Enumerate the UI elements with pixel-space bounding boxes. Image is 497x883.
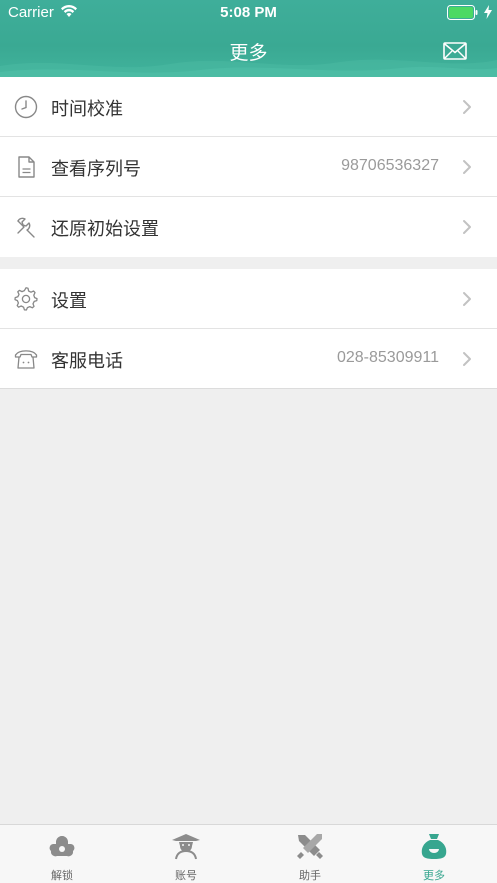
tab-label: 解锁 bbox=[51, 869, 73, 882]
tab-assistant[interactable]: 助手 bbox=[248, 825, 372, 883]
clock-icon bbox=[14, 95, 38, 119]
tab-label: 助手 bbox=[299, 869, 321, 882]
tab-account[interactable]: 账号 bbox=[124, 825, 248, 883]
chevron-right-icon bbox=[463, 220, 471, 234]
serial-number-value: 98706536327 bbox=[341, 157, 439, 174]
tab-unlock[interactable]: 解锁 bbox=[0, 825, 124, 883]
menu-item-label: 还原初始设置 bbox=[51, 219, 159, 240]
menu-item-factory-reset[interactable]: 还原初始设置 bbox=[0, 197, 497, 257]
document-icon bbox=[18, 156, 35, 178]
nav-header: Carrier 5:08 PM 更多 bbox=[0, 0, 497, 77]
battery-icon bbox=[447, 5, 478, 20]
menu-item-time-calibration[interactable]: 时间校准 bbox=[0, 77, 497, 137]
gear-icon bbox=[14, 287, 38, 311]
mail-icon[interactable] bbox=[443, 42, 467, 60]
status-bar: Carrier 5:08 PM bbox=[0, 0, 497, 26]
more-bag-icon bbox=[421, 834, 447, 859]
menu-item-label: 时间校准 bbox=[51, 99, 123, 120]
chevron-right-icon bbox=[463, 100, 471, 114]
page-title: 更多 bbox=[229, 42, 268, 64]
chevron-right-icon bbox=[463, 352, 471, 366]
menu-item-settings[interactable]: 设置 bbox=[0, 269, 497, 329]
account-icon bbox=[172, 834, 200, 860]
assistant-icon bbox=[297, 834, 323, 859]
menu-item-label: 设置 bbox=[51, 291, 87, 312]
menu-item-label: 查看序列号 bbox=[51, 159, 141, 180]
menu-group-general: 时间校准 查看序列号 98706536327 还原初始设置 bbox=[0, 77, 497, 257]
charging-icon bbox=[484, 5, 492, 19]
tab-label: 账号 bbox=[175, 869, 197, 882]
clock-time: 5:08 PM bbox=[220, 4, 277, 21]
unlock-icon bbox=[49, 836, 75, 857]
menu-item-serial-number[interactable]: 查看序列号 98706536327 bbox=[0, 137, 497, 197]
wrench-icon bbox=[17, 217, 35, 238]
menu-group-support: 设置 客服电话 028-85309911 bbox=[0, 269, 497, 389]
bottom-tab-bar: 解锁 账号 助手 更多 bbox=[0, 824, 497, 883]
chevron-right-icon bbox=[463, 160, 471, 174]
tab-more[interactable]: 更多 bbox=[372, 825, 496, 883]
telephone-icon bbox=[14, 350, 38, 369]
tab-label: 更多 bbox=[423, 869, 445, 882]
menu-item-customer-service-phone[interactable]: 客服电话 028-85309911 bbox=[0, 329, 497, 389]
chevron-right-icon bbox=[463, 292, 471, 306]
customer-service-phone-value: 028-85309911 bbox=[336, 349, 439, 366]
menu-item-label: 客服电话 bbox=[51, 351, 123, 372]
